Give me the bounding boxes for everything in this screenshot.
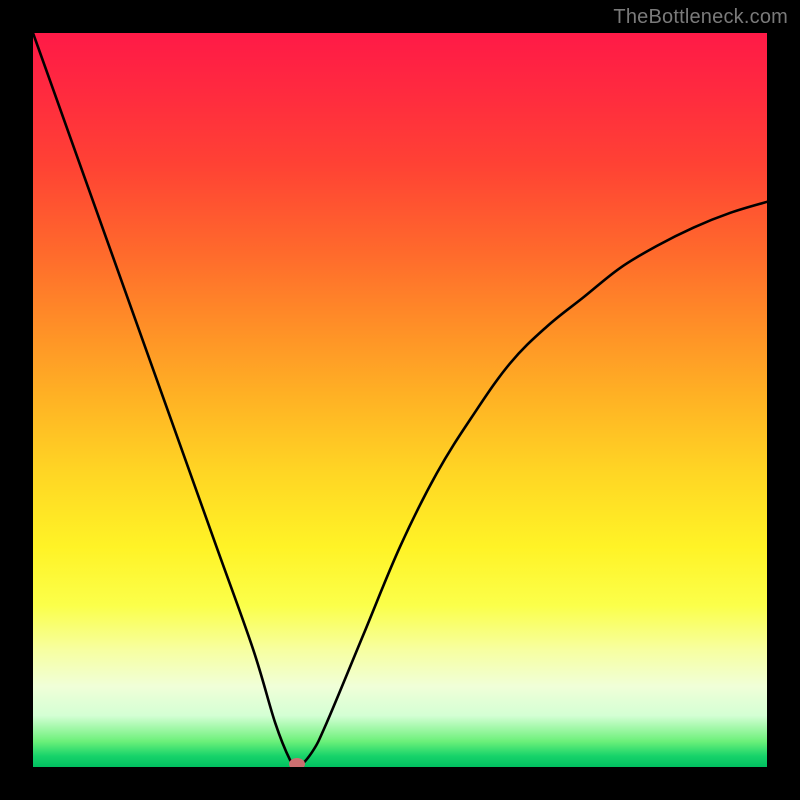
bottleneck-curve — [33, 33, 767, 767]
plot-area — [33, 33, 767, 767]
curve-svg — [33, 33, 767, 767]
watermark-text: TheBottleneck.com — [613, 6, 788, 29]
min-marker — [289, 758, 305, 767]
chart-frame: TheBottleneck.com — [0, 0, 800, 800]
